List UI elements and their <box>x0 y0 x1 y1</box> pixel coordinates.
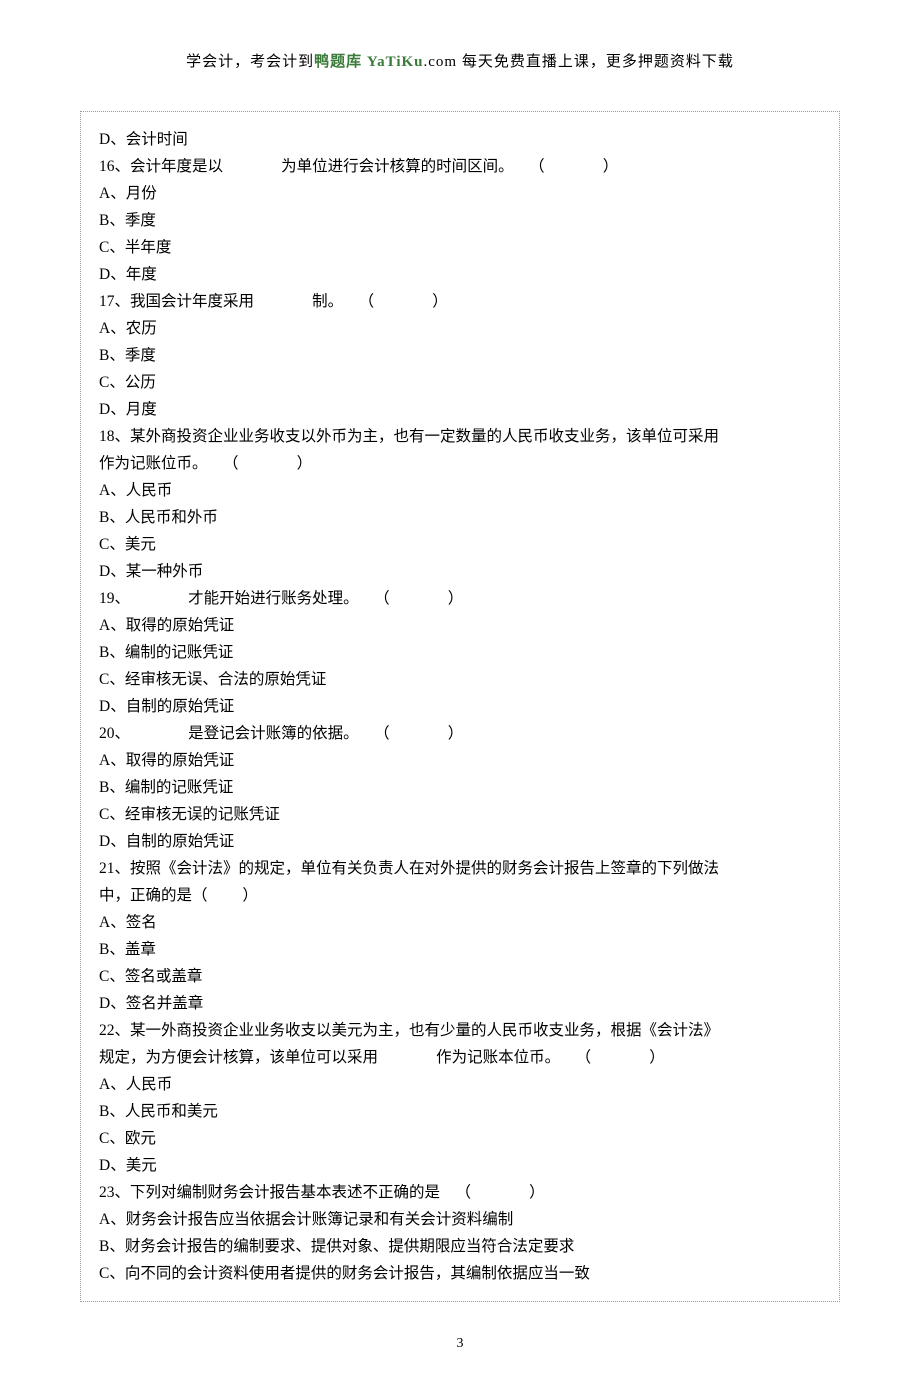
option-q16-a: A、月份 <box>99 180 821 207</box>
option-q19-b: B、编制的记账凭证 <box>99 639 821 666</box>
option-q17-d: D、月度 <box>99 396 821 423</box>
option-q16-c: C、半年度 <box>99 234 821 261</box>
document-page: 学会计，考会计到鸭题库 YaTiKu.com 每天免费直播上课，更多押题资料下载… <box>0 0 920 1382</box>
question-17: 17、我国会计年度采用 制。 （ ） <box>99 288 821 315</box>
option-q19-a: A、取得的原始凭证 <box>99 612 821 639</box>
option-q23-a: A、财务会计报告应当依据会计账簿记录和有关会计资料编制 <box>99 1206 821 1233</box>
option-q20-a: A、取得的原始凭证 <box>99 747 821 774</box>
option-q20-d: D、自制的原始凭证 <box>99 828 821 855</box>
option-q18-d: D、某一种外币 <box>99 558 821 585</box>
option-q15-d: D、会计时间 <box>99 126 821 153</box>
option-q22-b: B、人民币和美元 <box>99 1098 821 1125</box>
option-q17-c: C、公历 <box>99 369 821 396</box>
option-q20-b: B、编制的记账凭证 <box>99 774 821 801</box>
option-q19-c: C、经审核无误、合法的原始凭证 <box>99 666 821 693</box>
option-q22-c: C、欧元 <box>99 1125 821 1152</box>
option-q21-d: D、签名并盖章 <box>99 990 821 1017</box>
option-q17-a: A、农历 <box>99 315 821 342</box>
brand-name-cn: 鸭题库 <box>314 54 362 70</box>
question-18-line2: 作为记账位币。 （ ） <box>99 450 821 477</box>
question-18-line1: 18、某外商投资企业业务收支以外币为主，也有一定数量的人民币收支业务，该单位可采… <box>99 423 821 450</box>
option-q16-d: D、年度 <box>99 261 821 288</box>
option-q20-c: C、经审核无误的记账凭证 <box>99 801 821 828</box>
page-header: 学会计，考会计到鸭题库 YaTiKu.com 每天免费直播上课，更多押题资料下载 <box>0 50 920 71</box>
option-q21-b: B、盖章 <box>99 936 821 963</box>
question-22-line1: 22、某一外商投资企业业务收支以美元为主，也有少量的人民币收支业务，根据《会计法… <box>99 1017 821 1044</box>
question-16: 16、会计年度是以 为单位进行会计核算的时间区间。 （ ） <box>99 153 821 180</box>
option-q23-c: C、向不同的会计资料使用者提供的财务会计报告，其编制依据应当一致 <box>99 1260 821 1287</box>
brand-name-en: YaTiKu <box>362 54 423 70</box>
option-q21-a: A、签名 <box>99 909 821 936</box>
page-number: 3 <box>0 1336 920 1352</box>
option-q18-c: C、美元 <box>99 531 821 558</box>
option-q22-d: D、美元 <box>99 1152 821 1179</box>
header-prefix: 学会计，考会计到 <box>186 54 314 70</box>
option-q21-c: C、签名或盖章 <box>99 963 821 990</box>
question-20: 20、 是登记会计账簿的依据。 （ ） <box>99 720 821 747</box>
brand-suffix: .com <box>424 54 458 70</box>
option-q23-b: B、财务会计报告的编制要求、提供对象、提供期限应当符合法定要求 <box>99 1233 821 1260</box>
question-21-line1: 21、按照《会计法》的规定，单位有关负责人在对外提供的财务会计报告上签章的下列做… <box>99 855 821 882</box>
content-frame: D、会计时间 16、会计年度是以 为单位进行会计核算的时间区间。 （ ） A、月… <box>80 111 840 1302</box>
option-q22-a: A、人民币 <box>99 1071 821 1098</box>
header-suffix: 每天免费直播上课，更多押题资料下载 <box>457 54 734 70</box>
option-q18-b: B、人民币和外币 <box>99 504 821 531</box>
option-q17-b: B、季度 <box>99 342 821 369</box>
question-19: 19、 才能开始进行账务处理。 （ ） <box>99 585 821 612</box>
option-q16-b: B、季度 <box>99 207 821 234</box>
question-21-line2: 中，正确的是（ ） <box>99 882 821 909</box>
option-q19-d: D、自制的原始凭证 <box>99 693 821 720</box>
question-23: 23、下列对编制财务会计报告基本表述不正确的是 （ ） <box>99 1179 821 1206</box>
question-22-line2: 规定，为方便会计核算，该单位可以采用 作为记账本位币。 （ ） <box>99 1044 821 1071</box>
option-q18-a: A、人民币 <box>99 477 821 504</box>
